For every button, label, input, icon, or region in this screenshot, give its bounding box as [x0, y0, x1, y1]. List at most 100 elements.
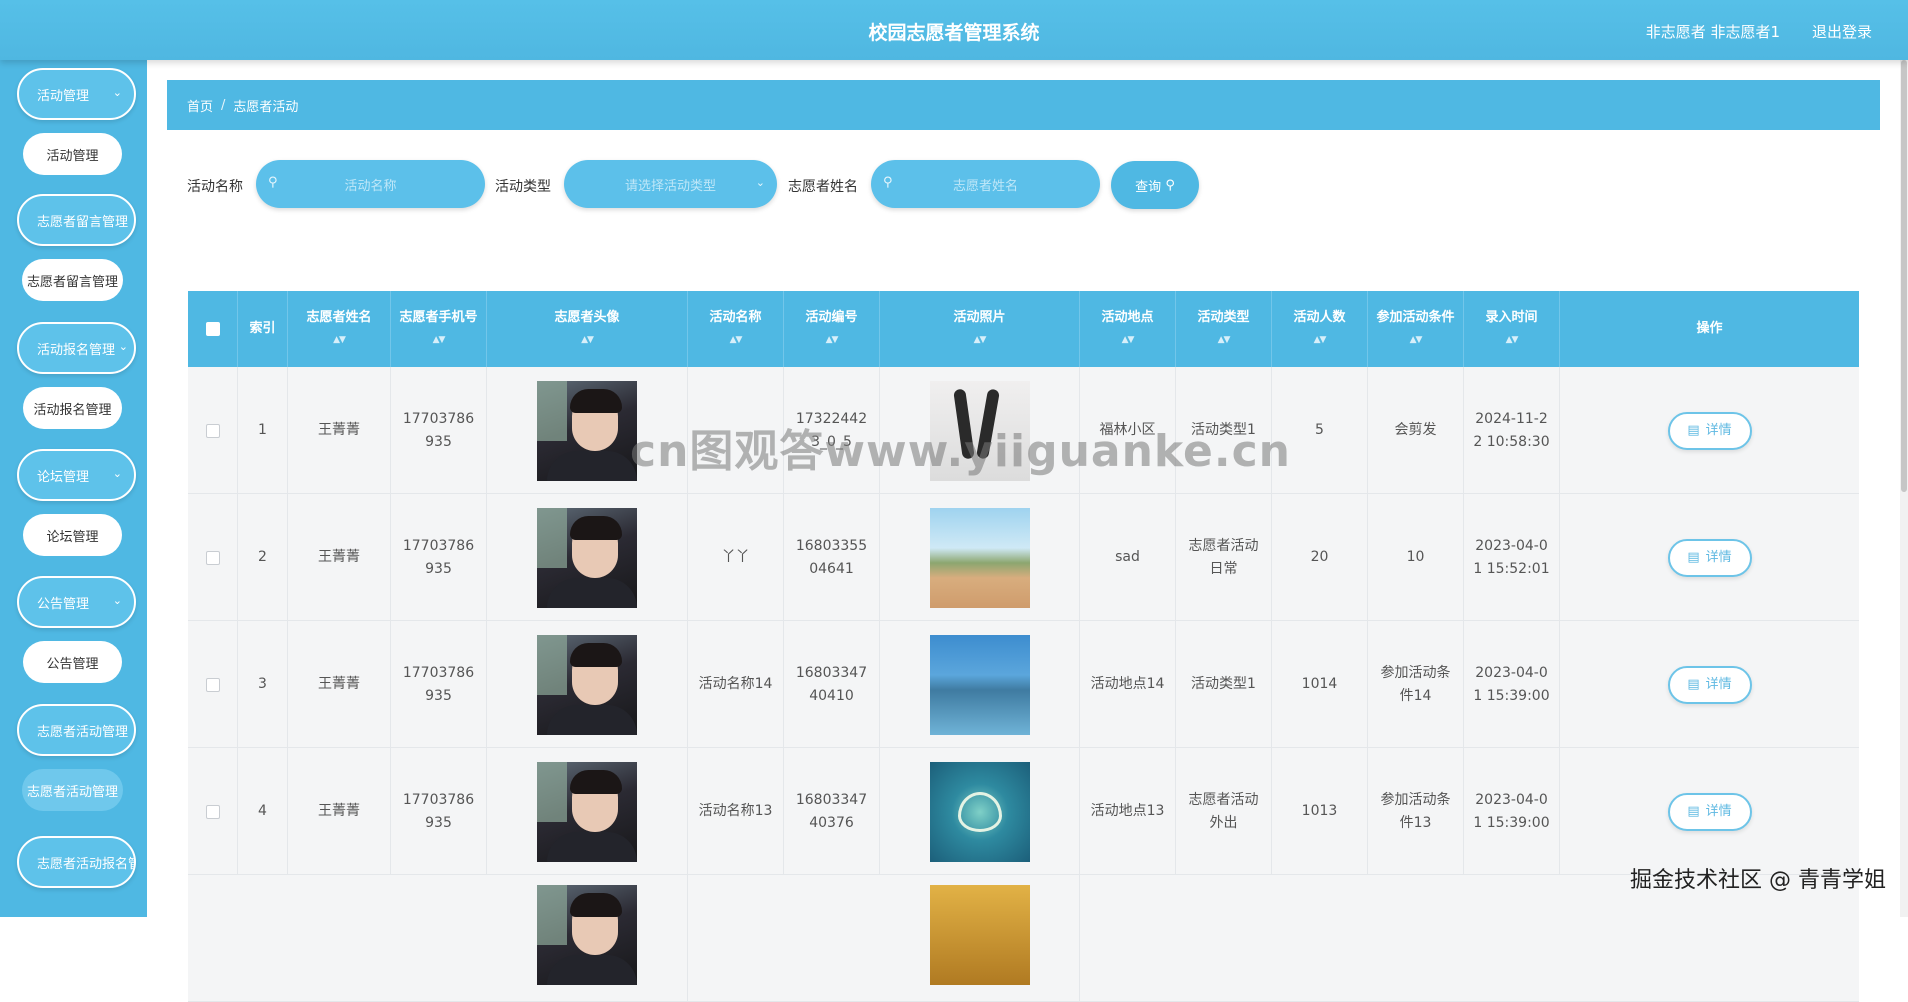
cell-activity-count: 1013	[1272, 748, 1368, 875]
cell-volunteer-name: 王菁菁	[288, 621, 391, 748]
menu-group-label: 志愿者活动报名管	[37, 856, 136, 872]
menu-item-volunteer-activity[interactable]: 志愿者活动管理	[22, 769, 123, 811]
detail-button[interactable]: ▤ 详情	[1667, 665, 1752, 704]
menu-group-signup[interactable]: 活动报名管理 ⌄	[17, 322, 136, 374]
activity-name-placeholder: 活动名称	[344, 178, 397, 194]
menu-item-notice[interactable]: 公告管理	[23, 641, 122, 683]
document-icon: ▤	[1687, 804, 1700, 819]
menu-item-forum[interactable]: 论坛管理	[23, 514, 122, 556]
volunteer-avatar-image	[537, 380, 637, 481]
cell-entry-time: 2023-04-01 15:52:01	[1464, 494, 1560, 621]
sidebar: 活动管理 ⌄ 活动管理 志愿者留言管理 志愿者留言管理 活动报名管理 ⌄ 活动报名管…	[0, 60, 147, 917]
th-entry-time[interactable]: 录入时间 ▲▼	[1464, 291, 1560, 367]
volunteer-avatar-image	[537, 761, 637, 862]
detail-button[interactable]: ▤ 详情	[1667, 538, 1752, 577]
th-activity-name[interactable]: 活动名称 ▲▼	[688, 291, 784, 367]
activity-name-input[interactable]: ⚲ 活动名称	[256, 160, 485, 208]
sort-icon: ▲▼	[1505, 335, 1519, 345]
volunteer-name-label: 志愿者姓名	[788, 179, 858, 195]
logout-button[interactable]: 退出登录	[1812, 21, 1872, 42]
detail-button[interactable]: ▤ 详情	[1667, 792, 1752, 831]
volunteer-avatar-image	[537, 885, 637, 985]
menu-item-message[interactable]: 志愿者留言管理	[22, 259, 123, 301]
table-row: 2 王菁菁 17703786935 丫丫 1680335504641 sad 志…	[188, 494, 1859, 621]
query-button[interactable]: 查询 ⚲	[1111, 161, 1199, 209]
menu-group-label: 志愿者留言管理	[37, 214, 129, 230]
th-activity-count[interactable]: 活动人数 ▲▼	[1272, 291, 1368, 367]
volunteer-avatar-image	[537, 634, 637, 735]
menu-group-notice[interactable]: 公告管理 ⌄	[17, 576, 136, 628]
row-checkbox[interactable]	[205, 550, 220, 565]
row-checkbox[interactable]	[205, 677, 220, 692]
breadcrumb-home[interactable]: 首页	[187, 96, 213, 115]
cell-index: 1	[238, 367, 288, 494]
cell-activity-type: 活动类型1	[1176, 621, 1272, 748]
activity-photo-image	[929, 761, 1030, 862]
cell-activity-code: 1680334740410	[784, 621, 880, 748]
menu-group-volunteer-signup[interactable]: 志愿者活动报名管	[17, 836, 136, 888]
activity-photo-image	[929, 634, 1030, 735]
th-activity-photo[interactable]: 活动照片 ▲▼	[880, 291, 1080, 367]
sort-icon: ▲▼	[1121, 335, 1135, 345]
menu-group-label: 活动管理	[37, 88, 90, 104]
cell-activity-type: 志愿者活动日常	[1176, 494, 1272, 621]
row-checkbox[interactable]	[205, 423, 220, 438]
th-activity-place[interactable]: 活动地点 ▲▼	[1080, 291, 1176, 367]
scrollbar-thumb[interactable]	[1901, 60, 1907, 492]
volunteer-avatar-image	[537, 507, 637, 608]
current-user: 非志愿者 非志愿者1	[1645, 23, 1780, 41]
th-volunteer-avatar[interactable]: 志愿者头像 ▲▼	[487, 291, 688, 367]
th-volunteer-name[interactable]: 志愿者姓名 ▲▼	[288, 291, 391, 367]
volunteer-name-placeholder: 志愿者姓名	[952, 178, 1018, 194]
vertical-scrollbar[interactable]	[1900, 60, 1908, 917]
cell-activity-count: 20	[1272, 494, 1368, 621]
table-row: 4 王菁菁 17703786935 活动名称13 1680334740376 活…	[188, 748, 1859, 875]
breadcrumb-current: 志愿者活动	[233, 99, 299, 115]
menu-group-message[interactable]: 志愿者留言管理	[17, 194, 136, 246]
data-table: 索引 志愿者姓名 ▲▼ 志愿者手机号 ▲▼ 志愿者头像 ▲▼ 活动名称 ▲▼ 活动编号 ▲…	[188, 291, 1859, 1002]
detail-button[interactable]: ▤ 详情	[1667, 411, 1752, 450]
cell-activity-name: 活动名称13	[688, 748, 784, 875]
sort-icon: ▲▼	[333, 335, 346, 345]
query-label: 查询	[1135, 179, 1162, 195]
sort-icon: ▲▼	[1409, 335, 1423, 345]
menu-group-forum[interactable]: 论坛管理 ⌄	[17, 449, 136, 501]
volunteer-name-input[interactable]: ⚲ 志愿者姓名	[871, 160, 1100, 208]
chevron-down-icon: ⌄	[112, 86, 122, 99]
search-icon: ⚲	[268, 175, 278, 190]
activity-type-select[interactable]: 请选择活动类型 ⌄	[564, 160, 777, 208]
select-all-checkbox[interactable]	[205, 322, 220, 336]
menu-group-volunteer-activity[interactable]: 志愿者活动管理	[17, 704, 136, 756]
search-icon: ⚲	[1165, 177, 1175, 193]
activity-type-placeholder: 请选择活动类型	[624, 178, 716, 194]
cell-activity-type: 志愿者活动外出	[1176, 748, 1272, 875]
sort-icon: ▲▼	[1313, 335, 1327, 345]
th-join-condition[interactable]: 参加活动条件 ▲▼	[1368, 291, 1464, 367]
cell-activity-count: 1014	[1272, 621, 1368, 748]
table-row: 3 王菁菁 17703786935 活动名称14 1680334740410 活…	[188, 621, 1859, 748]
sort-icon: ▲▼	[1217, 335, 1231, 345]
cell-volunteer-name: 王菁菁	[288, 367, 391, 494]
menu-group-activity[interactable]: 活动管理 ⌄	[17, 68, 136, 120]
breadcrumb-separator: /	[221, 97, 226, 113]
th-volunteer-phone[interactable]: 志愿者手机号 ▲▼	[391, 291, 487, 367]
table-header: 索引 志愿者姓名 ▲▼ 志愿者手机号 ▲▼ 志愿者头像 ▲▼ 活动名称 ▲▼ 活动编号 ▲…	[188, 291, 1859, 367]
menu-item-activity[interactable]: 活动管理	[23, 133, 122, 175]
th-activity-type[interactable]: 活动类型 ▲▼	[1176, 291, 1272, 367]
cell-index: 3	[238, 621, 288, 748]
row-checkbox[interactable]	[205, 804, 220, 819]
cell-entry-time: 2024-11-22 10:58:30	[1464, 367, 1560, 494]
cell-volunteer-phone: 17703786935	[391, 367, 487, 494]
th-index[interactable]: 索引	[238, 291, 288, 367]
activity-photo-image	[929, 885, 1030, 985]
watermark-text: cn图观答www.yiiguanke.cn	[630, 426, 1291, 477]
sort-icon: ▲▼	[729, 335, 743, 345]
th-activity-code[interactable]: 活动编号 ▲▼	[784, 291, 880, 367]
menu-item-signup[interactable]: 活动报名管理	[23, 387, 122, 429]
cell-join-condition: 参加活动条件13	[1368, 748, 1464, 875]
activity-name-label: 活动名称	[187, 179, 243, 195]
cell-activity-place: 活动地点13	[1080, 748, 1176, 875]
breadcrumb: 首页 / 志愿者活动	[167, 80, 1880, 130]
th-actions: 操作	[1696, 321, 1723, 336]
sort-icon: ▲▼	[825, 335, 839, 345]
